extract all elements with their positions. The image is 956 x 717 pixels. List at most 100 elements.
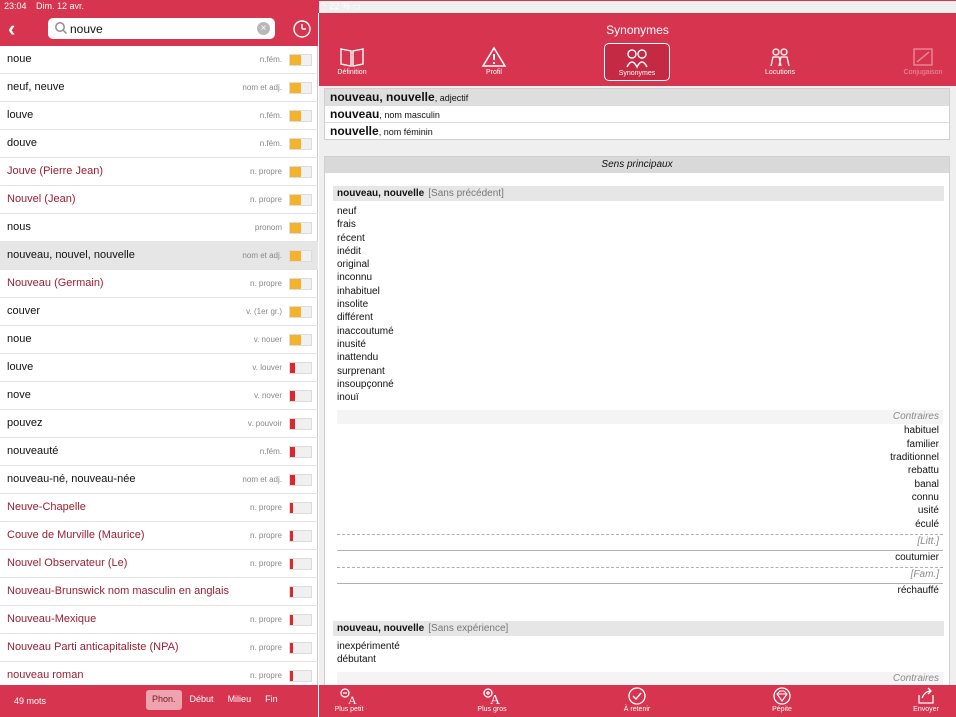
word-label: noue	[7, 333, 32, 345]
frequency-gauge	[289, 194, 312, 206]
synonym-word[interactable]: frais	[337, 218, 949, 231]
tab-definition[interactable]: Définition	[319, 43, 385, 81]
antonym-word[interactable]: usité	[337, 504, 943, 517]
synonym-word[interactable]: inaccoutumé	[337, 325, 949, 338]
word-row[interactable]: Nouvel Observateur (Le) n. propre	[0, 550, 318, 578]
word-label: nouveauté	[7, 445, 59, 457]
synonym-word[interactable]: inouï	[337, 391, 949, 404]
word-label: pouvez	[7, 417, 43, 429]
pepite-button[interactable]: Pépite	[752, 687, 812, 713]
twins-icon	[626, 49, 648, 69]
word-label: Nouveau (Germain)	[7, 277, 104, 289]
word-row[interactable]: couver v. (1er gr.)	[0, 298, 318, 326]
word-label: noue	[7, 53, 32, 65]
antonym-word[interactable]: connu	[337, 491, 943, 504]
mode-2[interactable]: Milieu	[222, 690, 258, 710]
book-icon	[340, 48, 364, 67]
word-category: n. propre	[249, 531, 282, 540]
word-row[interactable]: nouveauté n.fém.	[0, 438, 318, 466]
synonym-word[interactable]: original	[337, 258, 949, 271]
larger-text-button[interactable]: A Plus gros	[462, 687, 522, 713]
word-row[interactable]: pouvez v. pouvoir	[0, 410, 318, 438]
smaller-text-button[interactable]: A Plus petit	[319, 687, 379, 713]
frequency-gauge	[289, 278, 312, 290]
search-input[interactable]	[70, 20, 250, 37]
clear-search-icon[interactable]: ×	[257, 22, 270, 35]
word-row[interactable]: nouveau, nouvel, nouvelle nom et adj.	[0, 242, 318, 270]
tab-profil[interactable]: Profil	[461, 43, 527, 81]
tab-synonymes[interactable]: Synonymes	[604, 43, 670, 81]
word-category: n.fém.	[259, 139, 282, 148]
antonym-word[interactable]: traditionnel	[337, 451, 943, 464]
entry-nom-feminin[interactable]: nouvelle, nom féminin	[325, 123, 949, 140]
synonym-word[interactable]: insolite	[337, 298, 949, 311]
word-label: Nouveau-Mexique	[7, 613, 97, 625]
word-row[interactable]: noue v. nouer	[0, 326, 318, 354]
synonym-word[interactable]: récent	[337, 232, 949, 245]
word-row[interactable]: Jouve (Pierre Jean) n. propre	[0, 158, 318, 186]
frequency-fill	[290, 279, 301, 289]
word-row[interactable]: douve n.fém.	[0, 130, 318, 158]
word-row[interactable]: Couve de Murville (Maurice) n. propre	[0, 522, 318, 550]
word-category: v. louver	[252, 363, 282, 372]
word-row[interactable]: noue n.fém.	[0, 46, 318, 74]
antonym-word[interactable]: banal	[337, 478, 943, 491]
word-row[interactable]: Nouveau-Mexique n. propre	[0, 606, 318, 634]
word-label: couver	[7, 305, 41, 317]
entry-nom-masculin[interactable]: nouveau, nom masculin	[325, 106, 949, 123]
mode-0[interactable]: Phon.	[146, 690, 182, 710]
synonym-word[interactable]: inattendu	[337, 351, 949, 364]
word-row[interactable]: nous pronom	[0, 214, 318, 242]
synonym-word[interactable]: insoupçonné	[337, 378, 949, 391]
synonym-word[interactable]: inconnu	[337, 271, 949, 284]
word-row[interactable]: nouveau roman n. propre	[0, 662, 318, 685]
send-button[interactable]: Envoyer	[896, 687, 956, 713]
entry-adjectif[interactable]: nouveau, nouvelle, adjectif	[325, 89, 949, 106]
word-category: nom et adj.	[242, 251, 282, 260]
register-synonym[interactable]: coutumier	[337, 549, 943, 564]
history-clock-icon[interactable]	[292, 19, 312, 39]
synonym-word[interactable]: inusité	[337, 338, 949, 351]
synonym-word[interactable]: différent	[337, 311, 949, 324]
synonym-word[interactable]: débutant	[337, 653, 949, 666]
word-row[interactable]: nove v. nover	[0, 382, 318, 410]
word-row[interactable]: louve v. louver	[0, 354, 318, 382]
word-row[interactable]: Nouveau Parti anticapitaliste (NPA) n. pr…	[0, 634, 318, 662]
word-category: n. propre	[249, 643, 282, 652]
register-label: [Fam.]	[337, 566, 943, 581]
entry-selector: nouveau, nouvelle, adjectif nouveau, nom…	[324, 88, 950, 140]
word-list: noue n.fém. neuf, neuve nom et adj. louve n.f…	[0, 46, 318, 685]
mode-1[interactable]: Début	[184, 690, 220, 710]
frequency-gauge	[289, 614, 312, 626]
word-row[interactable]: nouveau-né, nouveau-née nom et adj.	[0, 466, 318, 494]
detail-pane: Synonymes Définition Profil Synonymes Lo…	[319, 13, 956, 717]
back-icon[interactable]: ‹	[8, 17, 28, 41]
word-row[interactable]: neuf, neuve nom et adj.	[0, 74, 318, 102]
remember-button[interactable]: À retenir	[607, 687, 667, 713]
search-mode-selector: Phon. Début Milieu Fin	[146, 690, 284, 710]
mode-3[interactable]: Fin	[259, 690, 284, 710]
word-row[interactable]: Nouveau (Germain) n. propre	[0, 270, 318, 298]
synonym-word[interactable]: surprenant	[337, 365, 949, 378]
synonym-word[interactable]: inexpérimenté	[337, 640, 949, 653]
word-category: n.fém.	[259, 447, 282, 456]
word-row[interactable]: louve n.fém.	[0, 102, 318, 130]
word-row[interactable]: Neuve-Chapelle n. propre	[0, 494, 318, 522]
antonym-word[interactable]: habituel	[337, 424, 943, 437]
synonym-word[interactable]: inédit	[337, 245, 949, 258]
register-synonym[interactable]: réchauffé	[337, 582, 943, 597]
synonym-word[interactable]: neuf	[337, 205, 949, 218]
antonym-word[interactable]: éculé	[337, 518, 943, 531]
synonym-word[interactable]: inhabituel	[337, 285, 949, 298]
search-box[interactable]: ×	[48, 18, 275, 39]
tab-conjugaison[interactable]: Conjugaison	[890, 43, 956, 81]
frequency-fill	[290, 503, 293, 513]
antonym-word[interactable]: familier	[337, 438, 943, 451]
word-row[interactable]: Nouveau-Brunswick nom masculin en anglai…	[0, 578, 318, 606]
frequency-gauge	[289, 306, 312, 318]
word-category: nom et adj.	[242, 83, 282, 92]
tab-locutions[interactable]: Locutions	[747, 43, 813, 81]
word-row[interactable]: Nouvel (Jean) n. propre	[0, 186, 318, 214]
svg-text:A: A	[490, 693, 501, 705]
antonym-word[interactable]: rebattu	[337, 464, 943, 477]
